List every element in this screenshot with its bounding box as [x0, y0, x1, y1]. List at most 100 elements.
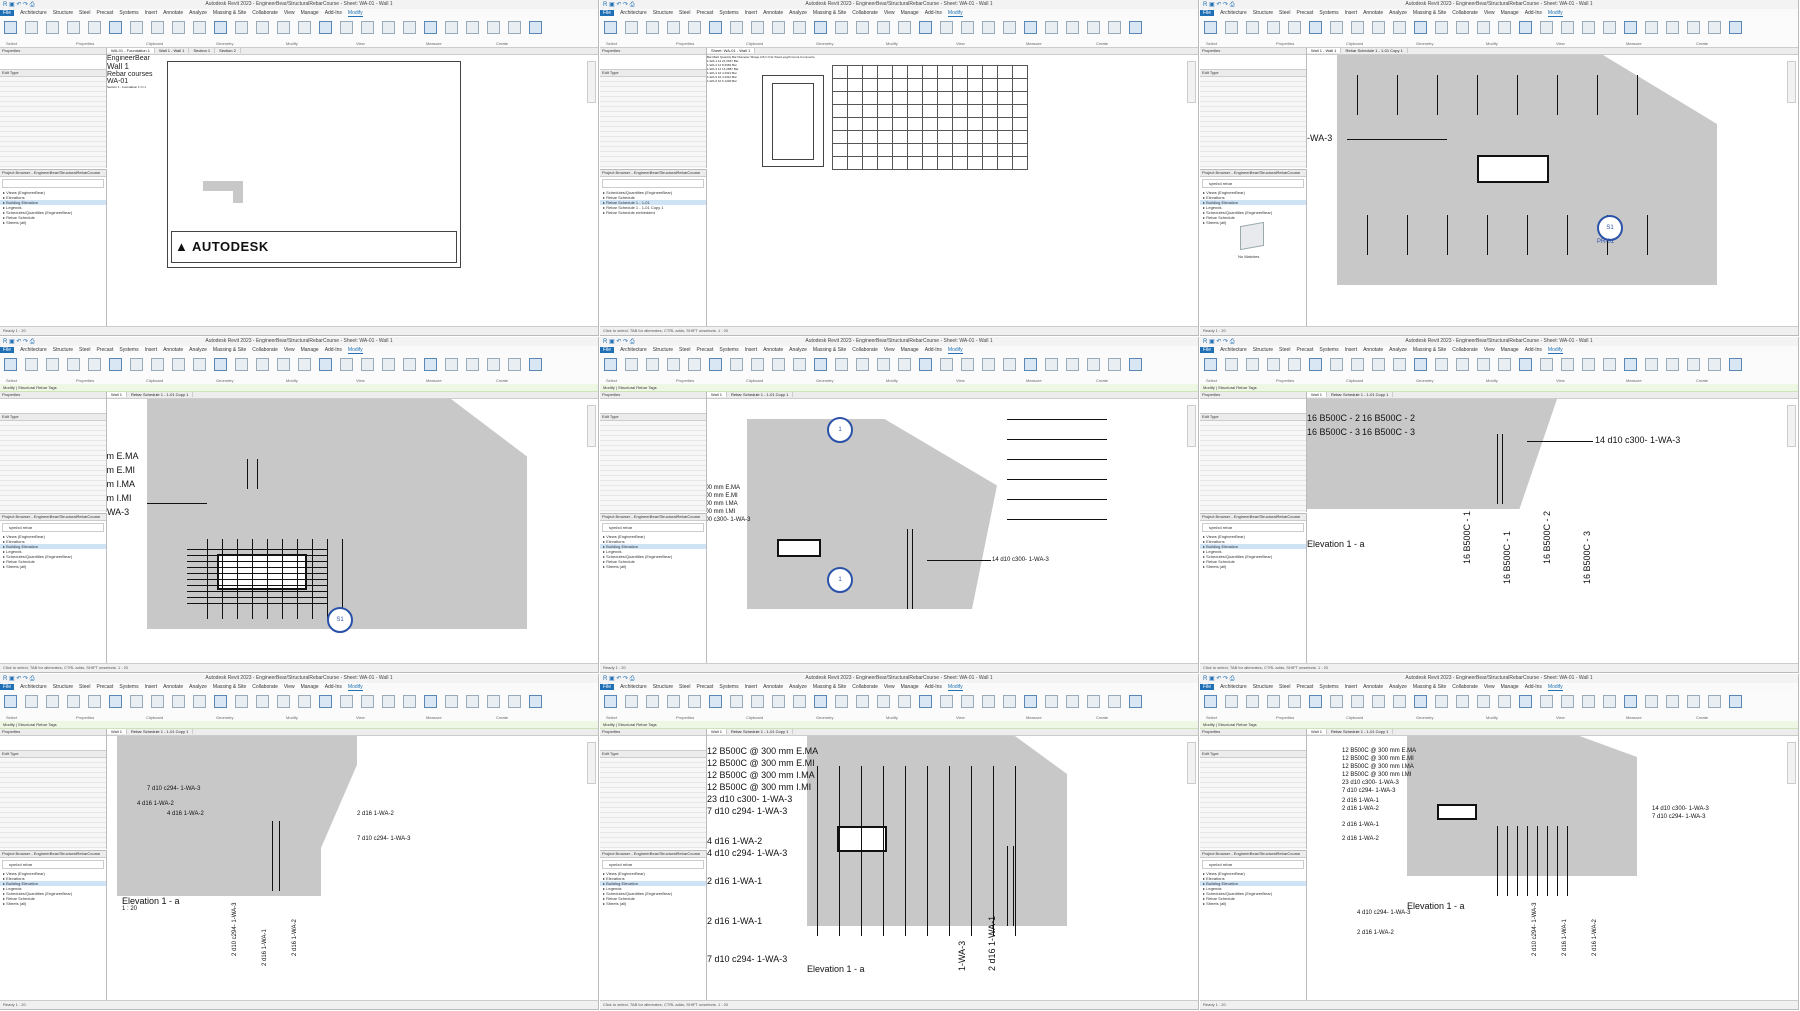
view-title[interactable]: Elevation 1 - a [122, 896, 180, 906]
ribbon-tool-button[interactable] [1477, 358, 1490, 371]
ribbon-tab-view[interactable]: View [1484, 347, 1495, 353]
drawing-canvas[interactable]: 12 B500C @ 300 mm E.MA 12 B500C @ 300 mm … [1307, 736, 1798, 1001]
ribbon-tool-button[interactable] [1498, 695, 1511, 708]
ribbon-tool-button[interactable] [1129, 358, 1142, 371]
ribbon-tool-button[interactable] [688, 358, 701, 371]
ribbon-tool-button[interactable] [1330, 21, 1343, 34]
rebar-tag[interactable]: 300 mm I.MA [707, 501, 738, 507]
view-tab[interactable]: Sheet: WA-01 - Wall 1 [707, 48, 756, 53]
rebar-tag[interactable]: mm I.MI [107, 493, 132, 503]
browser-item[interactable]: ▸ Sheets (all) [0, 220, 106, 225]
ribbon-tool-button[interactable] [1108, 695, 1121, 708]
ribbon-tab-view[interactable]: View [284, 10, 295, 16]
ribbon-tab-massing-site[interactable]: Massing & Site [213, 10, 246, 16]
ribbon-tab-precast[interactable]: Precast [696, 347, 713, 353]
ribbon-tool-button[interactable] [1204, 358, 1217, 371]
ribbon-tool-button[interactable] [277, 695, 290, 708]
ribbon-tool-button[interactable] [646, 21, 659, 34]
navigation-bar[interactable] [1187, 405, 1196, 447]
ribbon-tab-massing-site[interactable]: Massing & Site [813, 684, 846, 690]
rebar-tag[interactable]: 300 mm E.MI [707, 493, 738, 499]
view-tab[interactable]: Section 2 [215, 48, 241, 53]
rebar-tag[interactable]: 14 d10 c300- 1-WA-3 [992, 557, 1049, 563]
ribbon-tool-button[interactable] [1330, 695, 1343, 708]
edit-type-button[interactable]: Edit Type [0, 414, 106, 421]
ribbon-tab-collaborate[interactable]: Collaborate [252, 684, 278, 690]
ribbon-tool-button[interactable] [1309, 695, 1322, 708]
view-title[interactable]: Elevation 1 - a [807, 964, 865, 974]
section-tag[interactable]: S1 [327, 607, 353, 633]
ribbon-tab-massing-site[interactable]: Massing & Site [813, 347, 846, 353]
ribbon-tool-button[interactable] [109, 695, 122, 708]
ribbon-tab-annotate[interactable]: Annotate [163, 684, 183, 690]
ribbon-tab-structure[interactable]: Structure [653, 10, 673, 16]
ribbon-tab-annotate[interactable]: Annotate [163, 347, 183, 353]
ribbon-tool-button[interactable] [877, 695, 890, 708]
ribbon-tool-button[interactable] [235, 21, 248, 34]
ribbon-tool-button[interactable] [1087, 21, 1100, 34]
ribbon-tab-steel[interactable]: Steel [679, 684, 690, 690]
browser-item[interactable]: ▸ Sheets (all) [600, 901, 706, 906]
rebar-tag[interactable]: mm E.MI [107, 465, 135, 475]
view-tab[interactable]: Wall 1 [707, 392, 727, 397]
type-selector[interactable] [1200, 736, 1306, 751]
type-selector[interactable] [600, 736, 706, 751]
ribbon-tab-collaborate[interactable]: Collaborate [1452, 10, 1478, 16]
ribbon-tool-button[interactable] [109, 358, 122, 371]
edit-type-button[interactable]: Edit Type [0, 751, 106, 758]
ribbon-tool-button[interactable] [487, 21, 500, 34]
ribbon-tool-button[interactable] [793, 21, 806, 34]
type-selector[interactable] [0, 55, 106, 70]
ribbon-tool-button[interactable] [1204, 695, 1217, 708]
ribbon-tool-button[interactable] [1540, 695, 1553, 708]
rebar-tag[interactable]: 23 d10 c300- 1-WA-3 [1342, 780, 1399, 786]
concrete-wall[interactable] [147, 399, 527, 629]
type-selector[interactable] [0, 736, 106, 751]
ribbon-tool-button[interactable] [1477, 695, 1490, 708]
ribbon-tool-button[interactable] [1288, 358, 1301, 371]
ribbon-tab-view[interactable]: View [884, 10, 895, 16]
rebar-tag[interactable]: 2 d16 1-WA-1 [1342, 798, 1379, 804]
view-title[interactable]: Elevation 1 - a [1407, 901, 1465, 911]
edit-type-button[interactable]: Edit Type [600, 414, 706, 421]
ribbon-tool-button[interactable] [1372, 358, 1385, 371]
rebar-schedule-sheet[interactable] [832, 65, 1028, 170]
ribbon-tool-button[interactable] [151, 358, 164, 371]
ribbon-tool-button[interactable] [814, 358, 827, 371]
ribbon-tab-steel[interactable]: Steel [79, 347, 90, 353]
ribbon-tab-view[interactable]: View [284, 347, 295, 353]
ribbon-tab-file[interactable]: File [0, 684, 15, 690]
rebar-tag[interactable]: mm I.MA [107, 479, 135, 489]
ribbon-tool-button[interactable] [319, 358, 332, 371]
view-tab[interactable]: Rebar Schedule 1 - 1-01 Copy 1 [126, 729, 194, 734]
navigation-bar[interactable] [1787, 405, 1796, 447]
ribbon-tool-button[interactable] [1045, 21, 1058, 34]
ribbon-tab-modify[interactable]: Modify [347, 347, 363, 354]
ribbon-tab-architecture[interactable]: Architecture [20, 684, 47, 690]
view-tab[interactable]: Wall 1 [707, 729, 727, 734]
ribbon-tab-precast[interactable]: Precast [96, 10, 113, 16]
ribbon-tool-button[interactable] [961, 695, 974, 708]
navigation-bar[interactable] [1187, 742, 1196, 784]
ribbon-tool-button[interactable] [1687, 358, 1700, 371]
ribbon-tool-button[interactable] [466, 358, 479, 371]
rebar-tag-vertical[interactable]: 16 B500C - 2 [1542, 511, 1552, 564]
ribbon-tool-button[interactable] [88, 358, 101, 371]
rebar-tag[interactable]: 7 d10 c294- 1-WA-3 [1342, 788, 1395, 794]
ribbon-tool-button[interactable] [298, 695, 311, 708]
ribbon-tool-button[interactable] [130, 21, 143, 34]
ribbon-tab-architecture[interactable]: Architecture [620, 347, 647, 353]
ribbon-tab-annotate[interactable]: Annotate [1363, 10, 1383, 16]
ribbon-tab-modify[interactable]: Modify [947, 684, 963, 691]
ribbon-tool-button[interactable] [730, 358, 743, 371]
ribbon-tool-button[interactable] [982, 21, 995, 34]
ribbon-tab-precast[interactable]: Precast [696, 10, 713, 16]
ribbon-tool-button[interactable] [625, 358, 638, 371]
ribbon-tool-button[interactable] [88, 695, 101, 708]
view-tab[interactable]: Wall 1 [107, 392, 127, 397]
ribbon-tool-button[interactable] [487, 358, 500, 371]
rebar-tag[interactable]: 16 B500C - 2 [1307, 413, 1360, 423]
ribbon-tool-button[interactable] [403, 695, 416, 708]
ribbon-tab-insert[interactable]: Insert [1345, 10, 1358, 16]
ribbon-tool-button[interactable] [772, 695, 785, 708]
